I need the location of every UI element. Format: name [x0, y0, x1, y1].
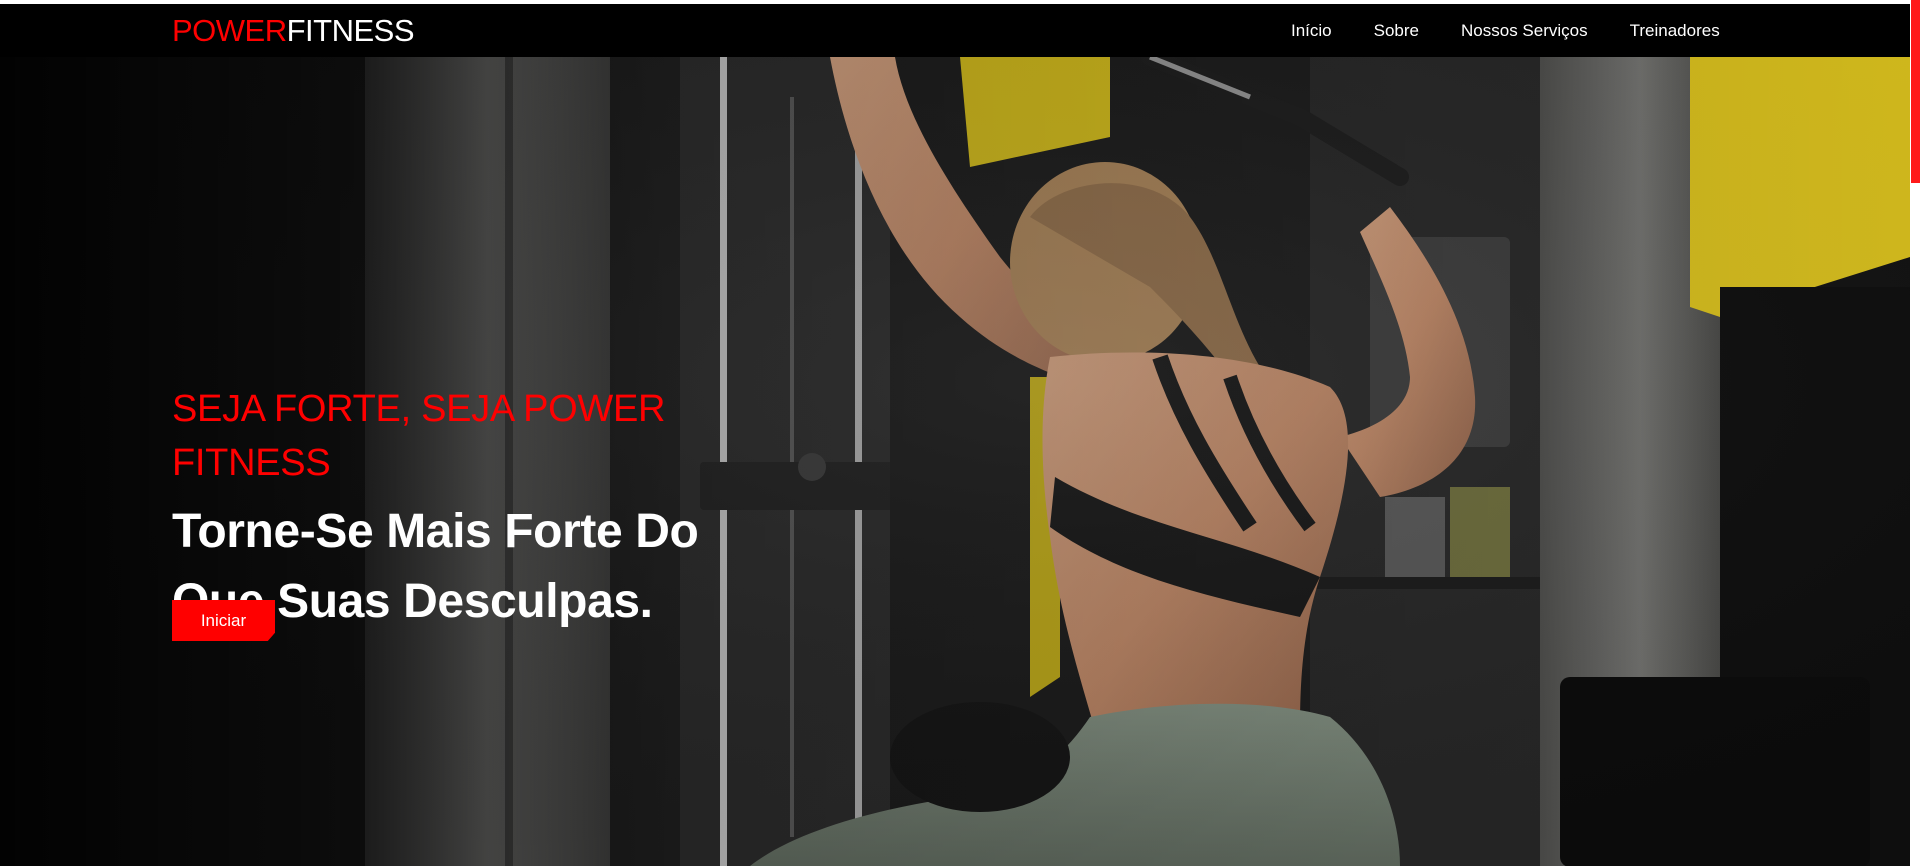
scrollbar-thumb[interactable]: [1911, 0, 1920, 183]
brand-logo-power: POWER: [172, 13, 287, 48]
nav-link-servicos[interactable]: Nossos Serviços: [1440, 20, 1609, 42]
start-button[interactable]: Iniciar: [172, 600, 275, 641]
nav-item-servicos: Nossos Serviços: [1440, 20, 1609, 42]
nav-item-sobre: Sobre: [1353, 20, 1440, 42]
brand-logo[interactable]: POWERFITNESS: [172, 13, 415, 48]
brand-logo-fitness: FITNESS: [286, 13, 415, 48]
page-scrollbar[interactable]: [1910, 0, 1920, 866]
nav-item-treinadores: Treinadores: [1609, 20, 1741, 42]
hero-subtitle: SEJA FORTE, SEJA POWER FITNESS: [172, 388, 666, 484]
nav-menu: Início Sobre Nossos Serviços Treinadores: [1270, 20, 1741, 42]
nav-item-inicio: Início: [1270, 20, 1353, 42]
navbar: POWERFITNESS Início Sobre Nossos Serviço…: [0, 4, 1910, 57]
nav-link-inicio[interactable]: Início: [1270, 20, 1353, 42]
nav-link-sobre[interactable]: Sobre: [1353, 20, 1440, 42]
page: POWERFITNESS Início Sobre Nossos Serviço…: [0, 0, 1920, 866]
hero-section: SEJA FORTE, SEJA POWER FITNESS Torne-Se …: [0, 57, 1910, 866]
hero-title-line-1: Torne-Se Mais Forte Do: [172, 505, 699, 558]
nav-link-treinadores[interactable]: Treinadores: [1609, 20, 1741, 42]
